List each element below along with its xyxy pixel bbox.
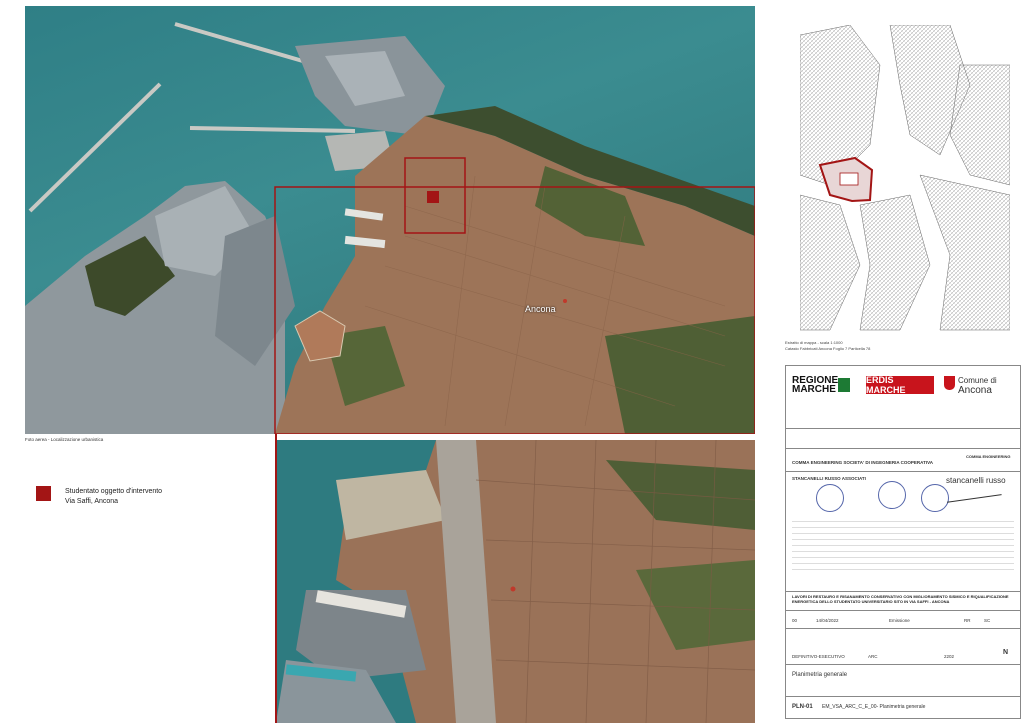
divider: [786, 664, 1020, 665]
divider: [786, 448, 1020, 449]
comune-ancona-logo-line1: Comune di: [958, 376, 997, 385]
revision-date: 14/04/2022: [816, 618, 839, 623]
divider: [786, 696, 1020, 697]
aerial-caption: Foto aerea - Localizzazione urbanistica: [25, 437, 104, 442]
comune-ancona-logo-line2: Ancona: [958, 385, 992, 396]
divider: [786, 610, 1020, 611]
aerial-detail-shapes: [276, 440, 755, 723]
legend-swatch: [36, 486, 51, 501]
detail-frame-left-edge: [275, 434, 277, 723]
drawing-title: Planimetria generale: [792, 672, 848, 678]
project-phase: DEFINITIVO-ESECUTIVO: [792, 654, 845, 659]
discipline-code: ARC: [868, 654, 878, 659]
legend-label-line2: Via Saffi, Ancona: [65, 498, 119, 505]
professional-stamp-icon: [878, 481, 906, 509]
erdis-marche-logo: ERDIS MARCHE: [866, 375, 934, 395]
file-name: EM_VSA_ARC_C_E_00- Planimetria generale: [822, 704, 926, 710]
sheet-id: PLN-01: [792, 704, 813, 710]
revision-number: 00: [792, 618, 798, 623]
site-marker: [427, 191, 439, 203]
project-title: LAVORI DI RESTAURO E RISANAMENTO CONSERV…: [792, 594, 1009, 604]
aerial-photo-overview: Ancona: [25, 6, 755, 434]
divider: [786, 471, 1020, 472]
professional-stamp-icon: [816, 484, 844, 512]
comune-ancona-crest-icon: [944, 376, 955, 390]
company-name: COMMA ENGINEERING SOCIETA' DI INGEGNERIA…: [792, 460, 933, 465]
aerial-overview-shapes: [25, 22, 755, 434]
map-place-label: Ancona: [525, 304, 556, 314]
divider: [786, 591, 1020, 592]
regione-marche-logo: REGIONE MARCHE: [792, 376, 852, 400]
regione-marche-emblem: [838, 378, 850, 392]
divider: [786, 628, 1020, 629]
revision-col4: RR: [964, 618, 971, 623]
divider: [786, 428, 1020, 429]
signature-icon: [945, 482, 1002, 503]
associates-name: STANCANELLI RUSSO ASSOCIATI: [792, 476, 866, 481]
cadastral-shapes: [800, 25, 1010, 331]
revision-col5: SC: [984, 618, 991, 623]
cadastral-caption-line2: Catasto Fabbricati Ancona Foglio 7 Parti…: [785, 346, 871, 351]
revision-description: Emissione: [889, 618, 910, 623]
professional-stamp-icon: [921, 484, 949, 512]
project-code: 2202: [944, 654, 955, 659]
cadastral-caption-line1: Estratto di mappa - scala 1:1000: [785, 340, 843, 345]
company-logo: COMMA ENGINEERING: [966, 454, 1011, 459]
north-arrow-icon: N: [1003, 649, 1009, 656]
legend-label-line1: Studentato oggetto d'intervento: [65, 488, 163, 495]
cadastral-map: [800, 25, 1010, 335]
staff-list: [792, 516, 1014, 572]
title-block: REGIONE MARCHE ERDIS MARCHE Comune di An…: [785, 365, 1021, 719]
aerial-photo-detail: [276, 440, 755, 723]
